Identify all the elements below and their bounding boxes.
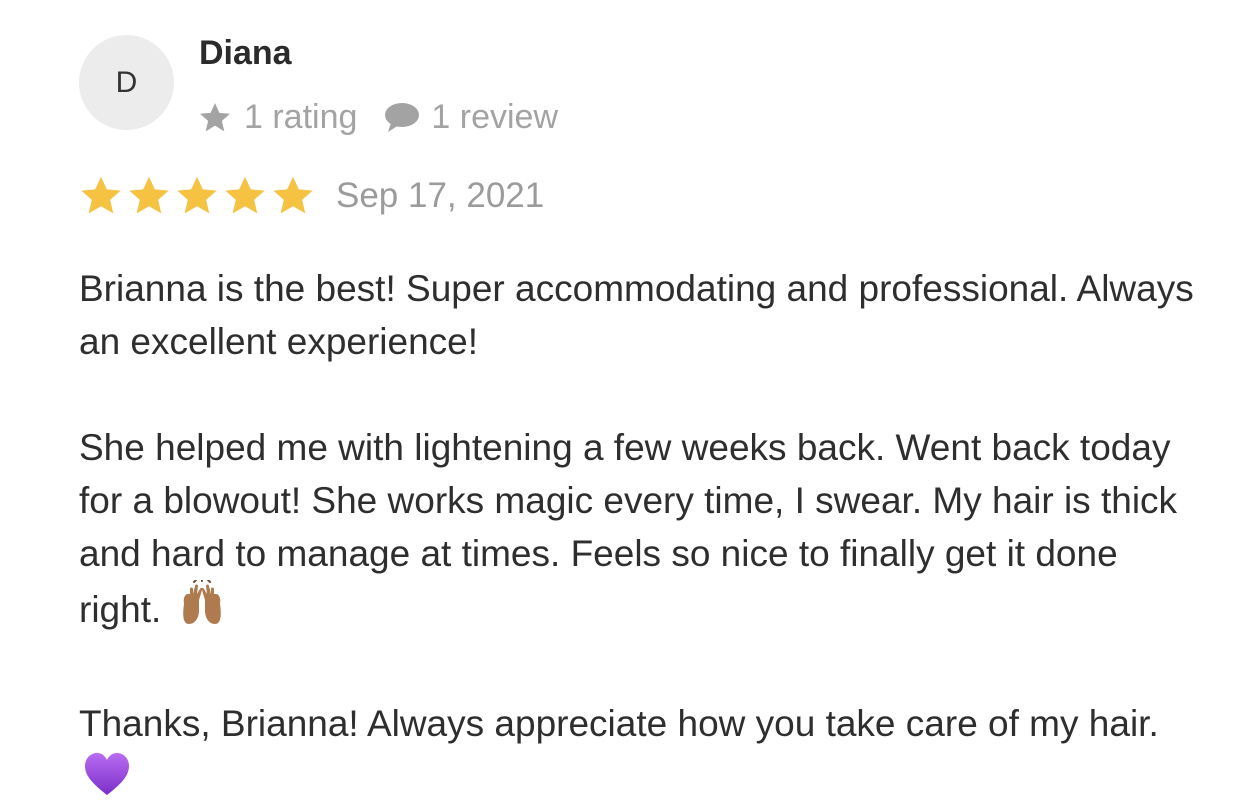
star-icon <box>78 174 126 218</box>
speech-bubble-icon <box>383 101 421 135</box>
review-paragraph: Brianna is the best! Super accommodating… <box>79 262 1199 368</box>
ratings-count-label: 1 rating <box>244 98 358 136</box>
rating-row: Sep 17, 2021 <box>78 174 544 218</box>
review-paragraph-text: Brianna is the best! Super accommodating… <box>79 268 1194 362</box>
raising-hands-emoji <box>176 578 228 644</box>
reviews-count-label: 1 review <box>431 98 559 136</box>
reviewer-stats: 1 rating 1 review <box>196 98 558 137</box>
review-paragraph-text: Thanks, Brianna! Always appreciate how y… <box>79 703 1159 744</box>
review-paragraph-text: She helped me with lightening a few week… <box>79 427 1178 630</box>
review-paragraph: She helped me with lightening a few week… <box>79 421 1199 644</box>
ratings-count: 1 rating <box>196 98 357 137</box>
star-icon <box>174 174 222 218</box>
purple-heart-emoji <box>83 751 131 811</box>
review-date: Sep 17, 2021 <box>336 176 545 215</box>
star-rating <box>78 174 318 218</box>
review-paragraph: Thanks, Brianna! Always appreciate how y… <box>79 697 1199 811</box>
star-icon <box>196 100 234 136</box>
star-icon <box>126 174 174 218</box>
star-icon <box>270 174 318 218</box>
reviewer-avatar[interactable]: D <box>79 35 174 130</box>
star-icon <box>222 174 270 218</box>
avatar-initial: D <box>115 65 138 99</box>
reviewer-name[interactable]: Diana <box>199 34 292 73</box>
reviews-count: 1 review <box>383 98 558 137</box>
review-body: Brianna is the best! Super accommodating… <box>79 262 1199 811</box>
